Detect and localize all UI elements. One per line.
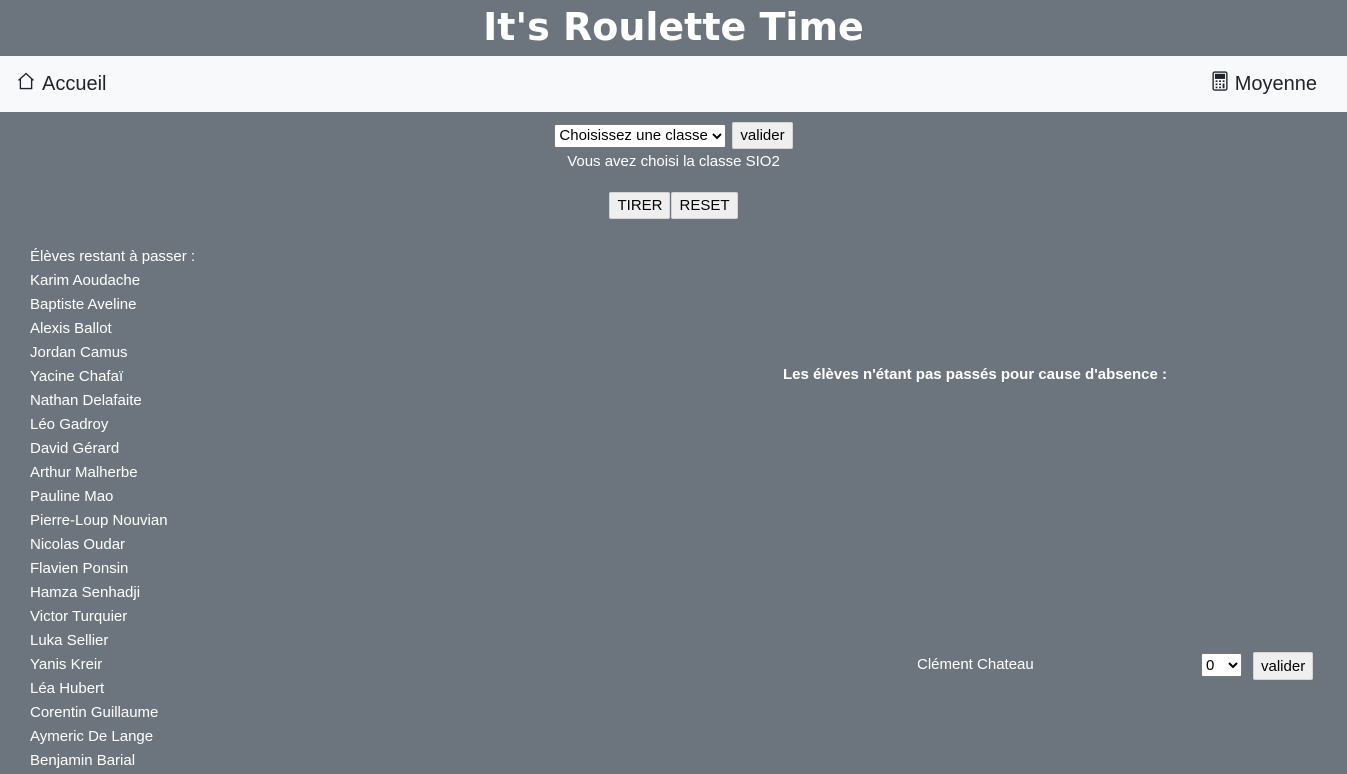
absence-heading: Les élèves n'étant pas passés pour cause… bbox=[783, 366, 1167, 383]
student-list-item: Arthur Malherbe bbox=[30, 464, 138, 481]
student-list: Karim Aoudache Baptiste Aveline Alexis Bal… bbox=[30, 270, 195, 774]
grade-validate-button[interactable]: valider bbox=[1253, 652, 1314, 680]
student-list-item: Flavien Ponsin bbox=[30, 560, 129, 577]
class-form: Choisissez une classe valider bbox=[0, 122, 1347, 149]
draw-actions: TIRER RESET bbox=[0, 192, 1347, 219]
student-list-item: David Gérard bbox=[30, 440, 120, 457]
student-list-item: Alexis Ballot bbox=[30, 320, 112, 337]
house-icon bbox=[16, 71, 42, 97]
student-list-item: Yacine Chafaï bbox=[30, 368, 124, 385]
draw-button[interactable]: TIRER bbox=[609, 192, 671, 219]
remaining-heading: Élèves restant à passer : bbox=[30, 248, 196, 265]
student-list-item: Jordan Camus bbox=[30, 344, 128, 361]
student-list-item: Pierre-Loup Nouvian bbox=[30, 512, 168, 529]
nav-home-link[interactable]: Accueil bbox=[16, 56, 106, 112]
calculator-icon bbox=[1211, 71, 1235, 97]
navbar: Accueil Moyenne bbox=[0, 56, 1347, 112]
class-validate-button[interactable]: valider bbox=[732, 122, 793, 149]
student-list-item: Léa Hubert bbox=[30, 680, 105, 697]
student-list-item: Baptiste Aveline bbox=[30, 296, 137, 313]
page-title: It's Roulette Time bbox=[483, 5, 864, 49]
student-list-item: Léo Gadroy bbox=[30, 416, 109, 433]
student-list-item: Pauline Mao bbox=[30, 488, 114, 505]
absent-student-name: Clément Chateau bbox=[917, 656, 1034, 673]
nav-average-link[interactable]: Moyenne bbox=[1211, 56, 1317, 112]
grade-select[interactable]: 0 bbox=[1201, 653, 1242, 677]
student-list-item: Nicolas Oudar bbox=[30, 536, 126, 553]
student-list-item: Victor Turquier bbox=[30, 608, 128, 625]
reset-button[interactable]: RESET bbox=[671, 192, 738, 219]
student-list-item: Karim Aoudache bbox=[30, 272, 141, 289]
student-list-item: Nathan Delafaite bbox=[30, 392, 142, 409]
absent-student-row: Clément Chateau 0 valider bbox=[0, 651, 1347, 681]
chosen-class-text: Vous avez choisi la classe SIO2 bbox=[567, 153, 780, 170]
student-list-item: Benjamin Barial bbox=[30, 752, 136, 769]
remaining-students: Élèves restant à passer : Karim Aoudache… bbox=[30, 246, 195, 774]
nav-home-label: Accueil bbox=[42, 72, 107, 95]
class-select[interactable]: Choisissez une classe bbox=[554, 123, 727, 148]
student-list-item: Corentin Guillaume bbox=[30, 704, 159, 721]
nav-average-label: Moyenne bbox=[1234, 72, 1317, 95]
student-list-item: Aymeric De Lange bbox=[30, 728, 154, 745]
student-list-item: Hamza Senhadji bbox=[30, 584, 141, 601]
